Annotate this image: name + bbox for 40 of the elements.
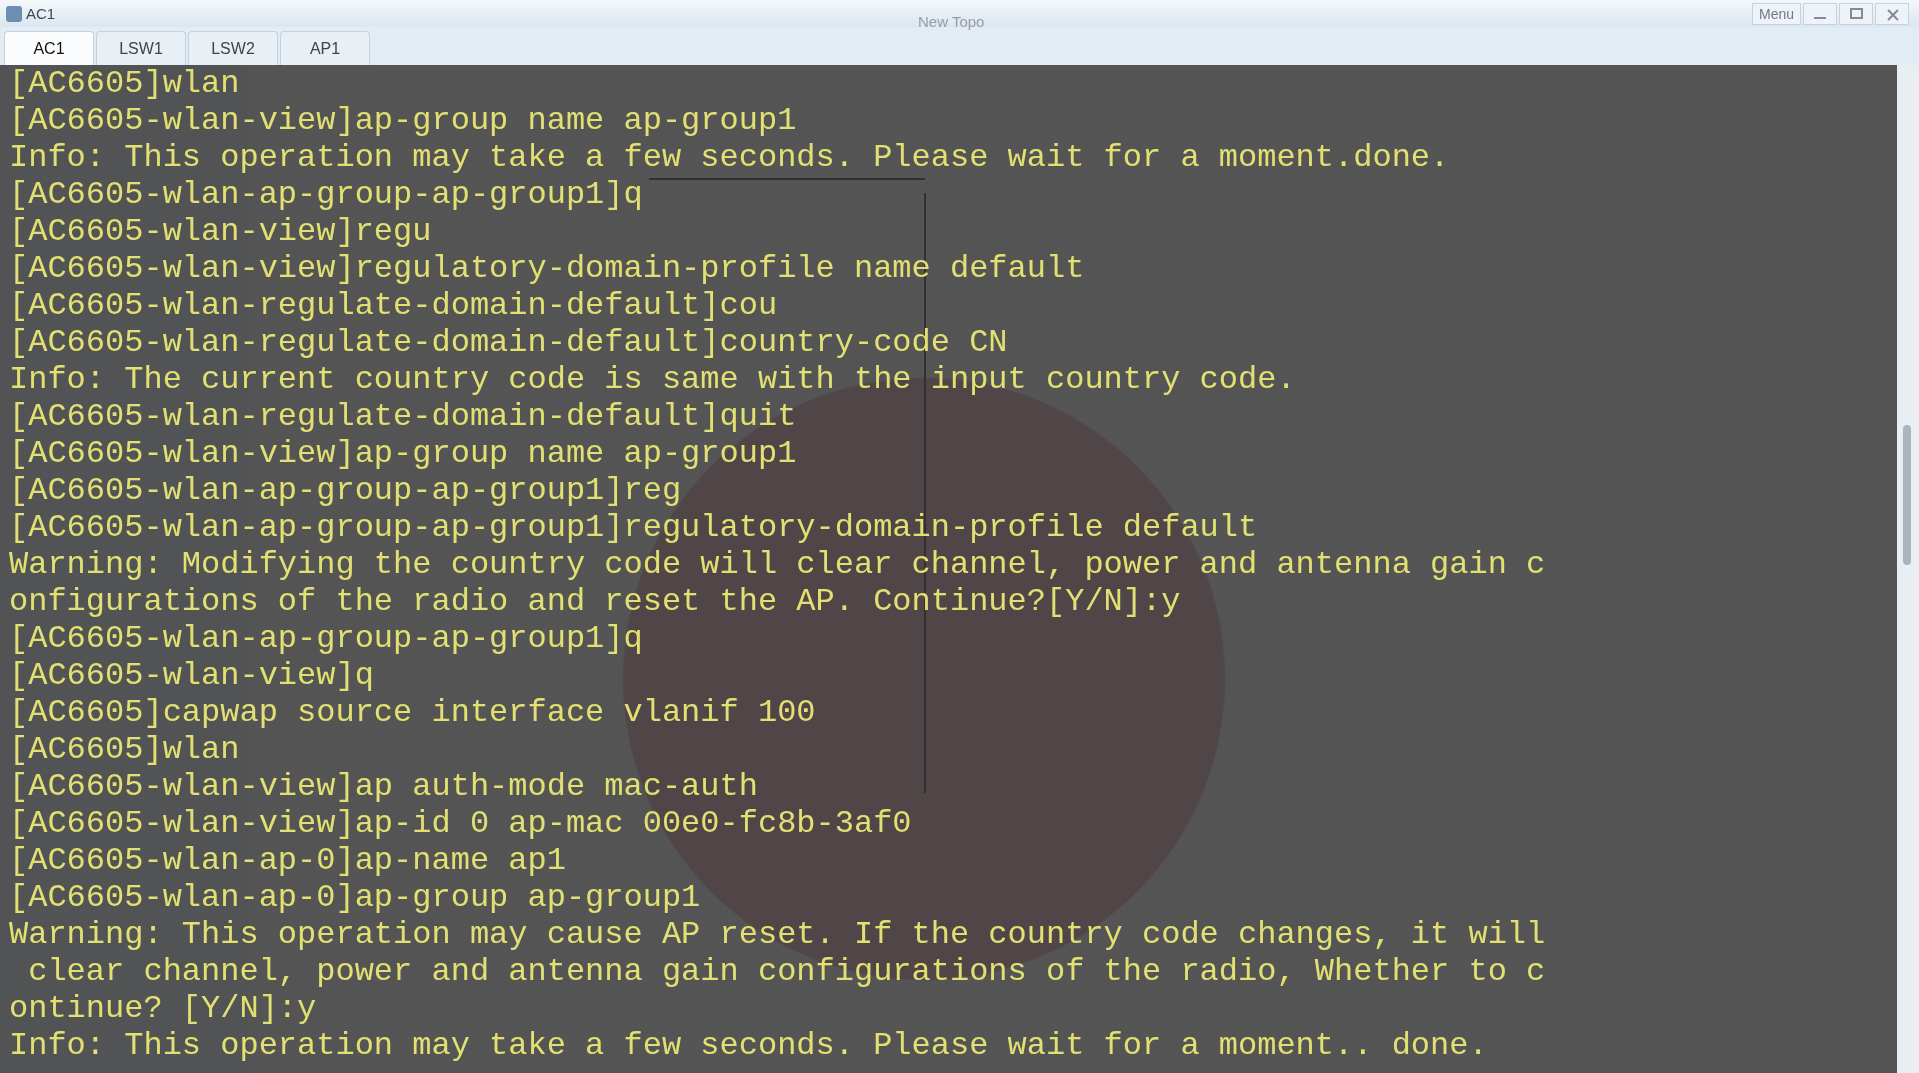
console-line: Info: The current country code is same with the input country code.: [9, 361, 1296, 398]
console-line: [AC6605]wlan: [9, 65, 240, 102]
console-line: [AC6605-wlan-ap-group-ap-group1]regulatory-domain-profile default: [9, 509, 1258, 546]
console-line: [AC6605-wlan-ap-group-ap-group1]q: [9, 620, 643, 657]
console-line: [AC6605-wlan-regulate-domain-default]cou: [9, 287, 778, 324]
console-line: Info: This operation may take a few seconds. Please wait for a moment.done.: [9, 139, 1450, 176]
console-line: [AC6605-wlan-ap-group-ap-group1]reg: [9, 472, 682, 509]
scrollbar[interactable]: [1897, 65, 1919, 1073]
console-line: [AC6605-wlan-view]ap auth-mode mac-auth: [9, 768, 758, 805]
console-line: Warning: Modifying the country code will clear channel, power and antenna gain c: [9, 546, 1546, 583]
console-line: [AC6605-wlan-ap-group-ap-group1]q: [9, 176, 643, 213]
menu-button[interactable]: Menu: [1751, 2, 1801, 25]
console-line: [AC6605-wlan-view]regulatory-domain-profile name default: [9, 250, 1085, 287]
console-line: [AC6605-wlan-regulate-domain-default]country-code CN: [9, 324, 1008, 361]
console-line: [AC6605-wlan-view]regu: [9, 213, 432, 250]
console-line: [AC6605-wlan-view]ap-group name ap-group1: [9, 102, 797, 139]
device-tab[interactable]: LSW2: [188, 31, 278, 65]
device-tab[interactable]: AP1: [280, 31, 370, 65]
console-line: clear channel, power and antenna gain configurations of the radio, Whether to c: [27, 953, 1546, 990]
window-title: AC1: [26, 5, 56, 22]
console-line: [AC6605]wlan: [9, 731, 240, 768]
device-tab[interactable]: AC1: [4, 31, 94, 65]
device-tab[interactable]: LSW1: [96, 31, 186, 65]
restore-button[interactable]: [1839, 2, 1873, 25]
console-line: [AC6605-wlan-view]ap-id 0 ap-mac 00e0-fc8b-3af0: [9, 805, 912, 842]
app-logo-icon: [6, 5, 22, 22]
console-line: [AC6605-wlan-view]q: [9, 657, 374, 694]
console-line: [AC6605-wlan-ap-0]ap-name ap1: [9, 842, 566, 879]
console-line: Info: This operation may take a few seconds. Please wait for a moment.. done.: [9, 1027, 1488, 1064]
app-title: New Topo: [918, 13, 985, 30]
console-line: Warning: This operation may cause AP reset. If the country code changes, it will: [9, 916, 1546, 953]
console-line: [AC6605-wlan-view]ap-group name ap-group1: [9, 435, 797, 472]
console-line: [AC6605]capwap source interface vlanif 100: [9, 694, 816, 731]
console-line: [AC6605-wlan-ap-0]ap-group ap-group1: [9, 879, 701, 916]
terminal-console[interactable]: [0, 65, 1897, 1073]
close-button[interactable]: [1875, 2, 1909, 25]
console-line: ontinue? [Y/N]:y: [9, 990, 317, 1027]
console-line: [AC6605-wlan-regulate-domain-default]quit: [9, 398, 797, 435]
minimize-button[interactable]: [1803, 2, 1837, 25]
console-line: onfigurations of the radio and reset the AP. Continue?[Y/N]:y: [9, 583, 1181, 620]
